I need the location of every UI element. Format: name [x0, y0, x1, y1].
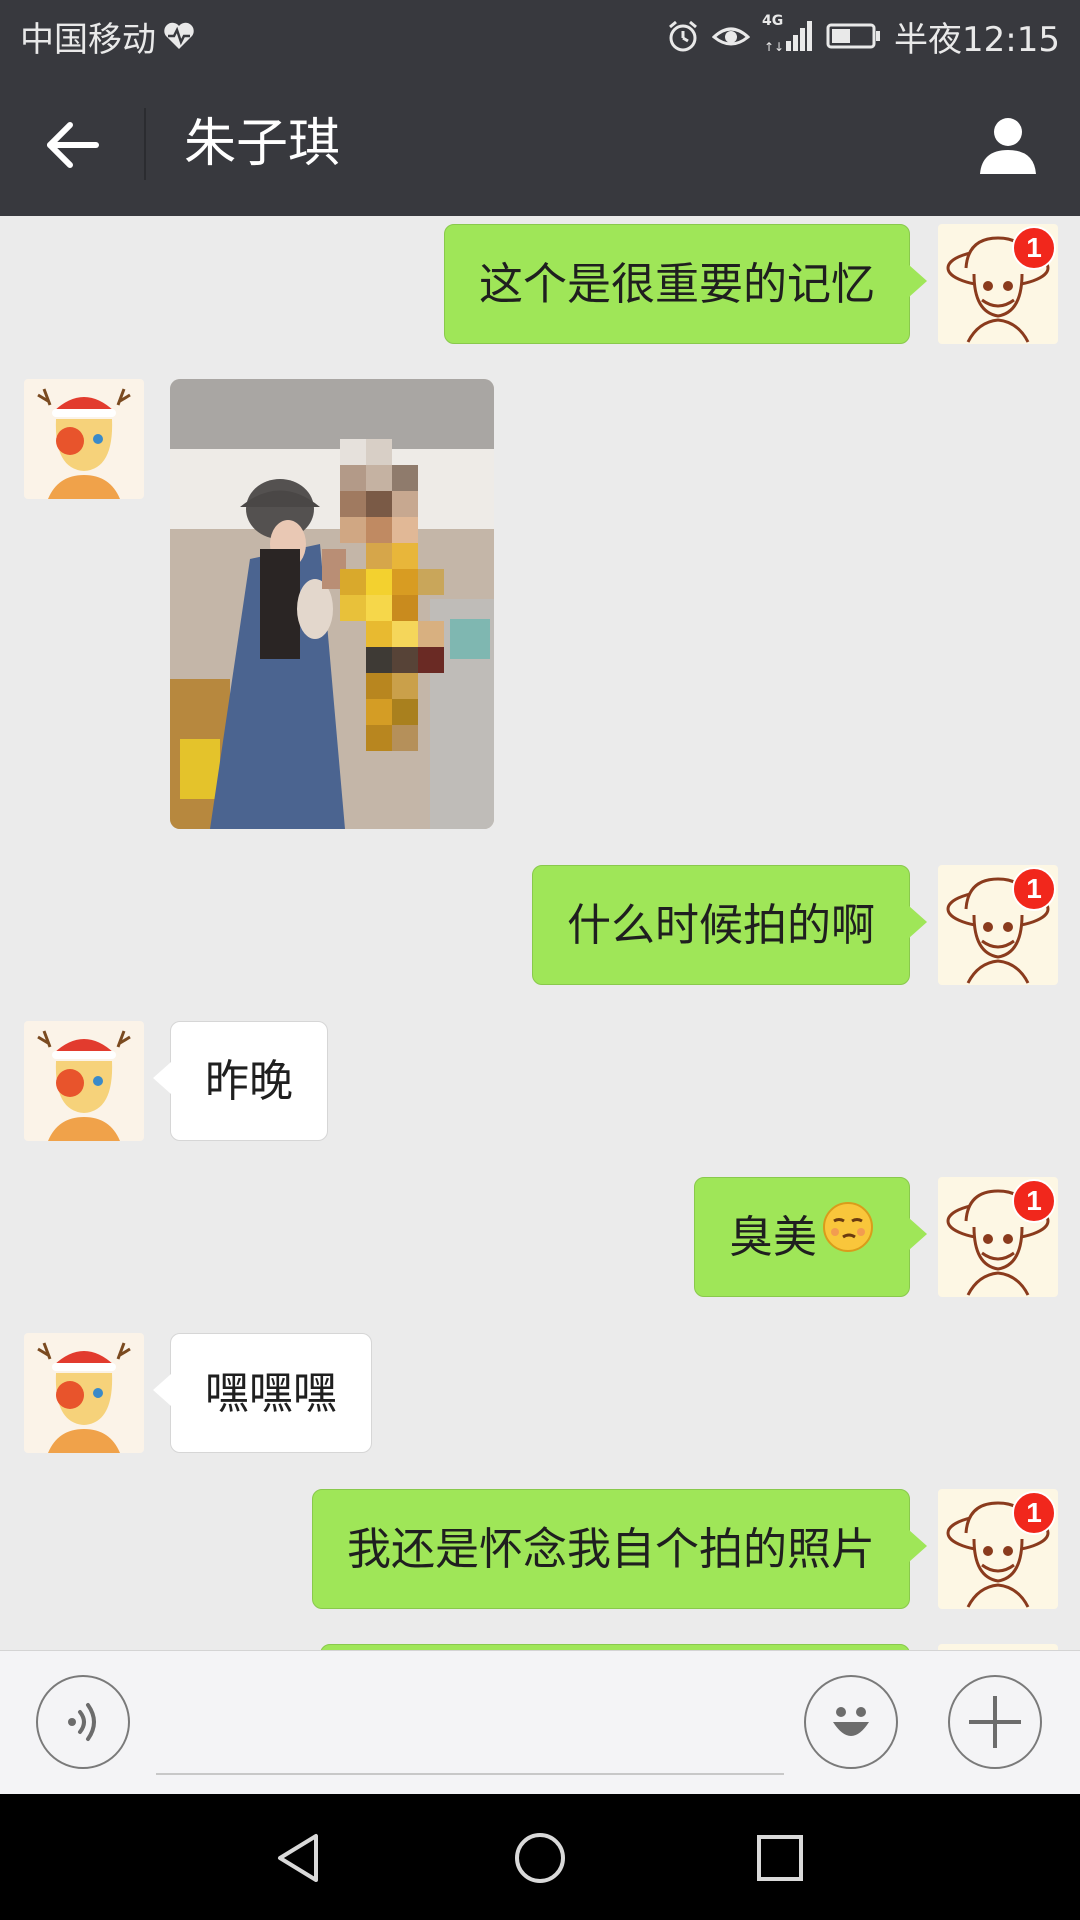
chat-info-button[interactable]: [972, 108, 1044, 180]
friend-message-bubble[interactable]: 昨晚: [153, 1021, 328, 1141]
message-text: 嘿嘿嘿: [205, 1368, 337, 1419]
emoji-icon: [833, 1707, 869, 1736]
eye-comfort-icon: [712, 21, 751, 51]
back-arrow-icon: [47, 122, 99, 168]
nav-home-button[interactable]: [504, 1822, 576, 1894]
header-divider: [144, 108, 146, 180]
more-options-button[interactable]: [948, 1675, 1042, 1769]
my-message-bubble[interactable]: 我还是怀念我自个拍的照片: [312, 1489, 927, 1609]
friend-avatar[interactable]: [24, 379, 144, 499]
unread-badge: 1: [1012, 1179, 1056, 1223]
unread-badge: 1: [1012, 1491, 1056, 1535]
chat-header: 朱子琪: [0, 72, 1080, 216]
unread-badge: 1: [1012, 867, 1056, 911]
my-avatar[interactable]: 1: [938, 1489, 1058, 1609]
voice-icon: [68, 1703, 96, 1741]
person-icon: [980, 118, 1036, 174]
nav-back-button[interactable]: [264, 1822, 336, 1894]
alarm-icon: [666, 19, 700, 53]
voice-button[interactable]: [36, 1675, 130, 1769]
message-text: 这个是很重要的记忆: [479, 259, 875, 310]
clock-label: 半夜12:15: [894, 19, 1060, 60]
unread-badge: 1: [1012, 226, 1056, 270]
signal-icon: 4G ↑↓: [762, 13, 814, 53]
my-avatar[interactable]: 1: [938, 865, 1058, 985]
friend-avatar[interactable]: [24, 1333, 144, 1453]
my-avatar[interactable]: 1: [938, 1177, 1058, 1297]
friend-message-bubble[interactable]: 嘿嘿嘿: [153, 1333, 372, 1453]
message-input[interactable]: [156, 1687, 784, 1775]
nav-recent-button[interactable]: [744, 1822, 816, 1894]
my-message-bubble[interactable]: 这个是很重要的记忆: [444, 224, 927, 344]
message-text: 臭美: [729, 1212, 817, 1263]
nav-home-icon: [515, 1833, 565, 1883]
chat-message-list[interactable]: 这个是很重要的记忆 1 什么时候拍的啊 1 昨晚 臭美 1 嘿嘿嘿 我还是怀念我…: [0, 216, 1080, 1650]
message-text: 昨晚: [205, 1056, 293, 1107]
friend-avatar[interactable]: [24, 1021, 144, 1141]
reindeer-boy-avatar-icon: [37, 1030, 131, 1141]
carrier-label: 中国移动: [20, 19, 156, 60]
nav-back-icon: [278, 1834, 318, 1882]
heart-rate-icon: [162, 21, 196, 51]
my-message-bubble[interactable]: 臭美: [694, 1177, 927, 1300]
system-nav-bar: [0, 1794, 1080, 1920]
chat-title: 朱子琪: [184, 114, 341, 174]
back-button[interactable]: [36, 109, 108, 181]
shared-photo[interactable]: [170, 379, 494, 829]
svg-text:↑↓: ↑↓: [764, 40, 784, 53]
status-bar: 中国移动 4G ↑↓ 半夜12:15: [0, 0, 1080, 72]
message-text: 我还是怀念我自个拍的照片: [347, 1524, 875, 1575]
reindeer-boy-avatar-icon: [37, 1342, 131, 1453]
status-left: 中国移动: [20, 0, 196, 72]
smirk-emoji-icon: [821, 1180, 875, 1300]
my-message-bubble[interactable]: 什么时候拍的啊: [532, 865, 927, 985]
message-input-bar: [0, 1650, 1080, 1794]
emoji-button[interactable]: [804, 1675, 898, 1769]
status-right: 4G ↑↓ 半夜12:15: [666, 0, 1060, 72]
nav-recent-icon: [757, 1835, 803, 1881]
network-type-label: 4G: [762, 13, 784, 29]
battery-icon: [826, 21, 882, 51]
photo-thumbnail: [170, 379, 494, 829]
plus-icon: [969, 1696, 1021, 1748]
my-avatar[interactable]: 1: [938, 224, 1058, 344]
reindeer-boy-avatar-icon: [37, 388, 131, 499]
message-text: 什么时候拍的啊: [567, 900, 875, 951]
